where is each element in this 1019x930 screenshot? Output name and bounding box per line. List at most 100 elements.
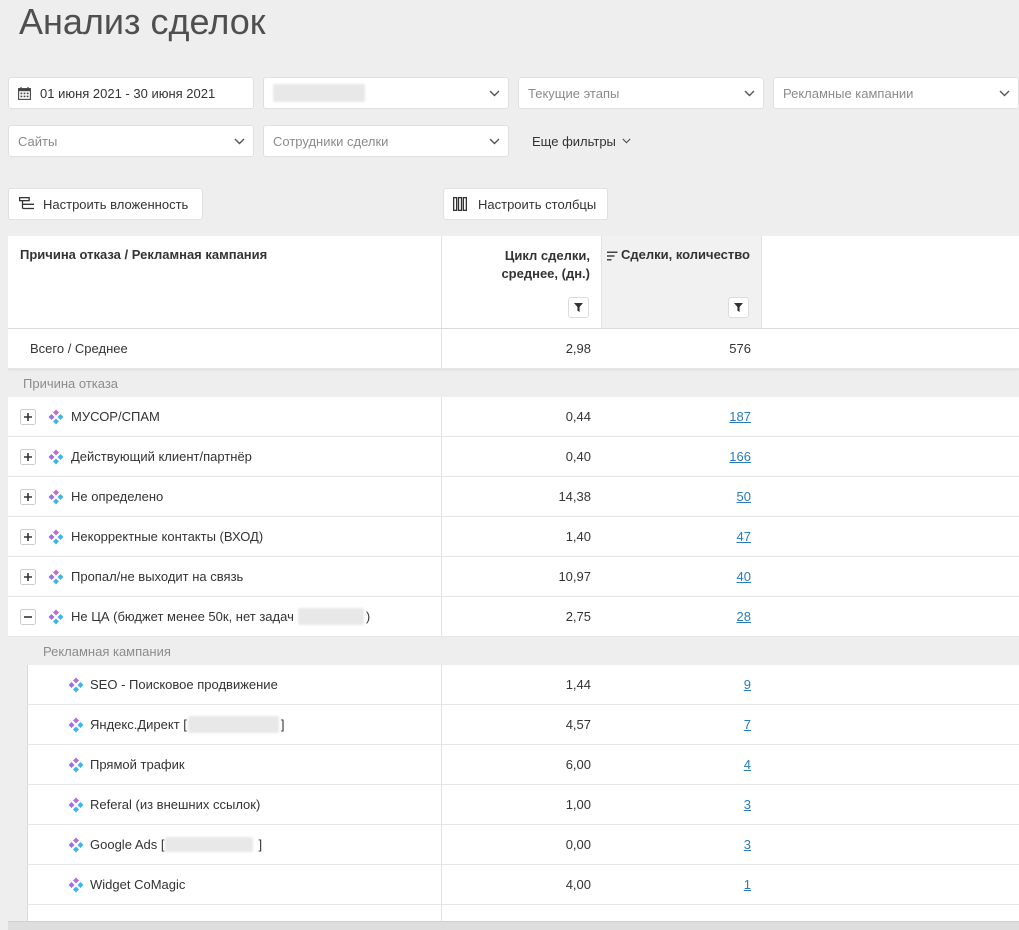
cycle-cell: 14,38 <box>442 477 602 516</box>
subgroup-label: Рекламная кампания <box>8 637 1019 665</box>
plus-box-icon[interactable] <box>20 569 36 585</box>
deals-count-link[interactable]: 7 <box>744 717 751 732</box>
cycle-cell: 4,57 <box>442 705 602 744</box>
row-label: Пропал/не выходит на связь <box>71 569 244 584</box>
deals-cell: 166 <box>602 437 762 476</box>
group-label: Причина отказа <box>8 369 1019 397</box>
row-label: Некорректные контакты (ВХОД) <box>71 529 264 544</box>
stages-select[interactable]: Текущие этапы <box>518 77 764 109</box>
row-label-end: ) <box>365 609 371 624</box>
campaigns-select[interactable]: Рекламные кампании <box>773 77 1019 109</box>
cycle-value: 14,38 <box>558 489 591 504</box>
plus-box-icon[interactable] <box>20 409 36 425</box>
deals-count-link[interactable]: 9 <box>744 677 751 692</box>
empty-cell <box>762 397 1019 436</box>
header-deals[interactable]: Сделки, количество <box>602 236 762 328</box>
campaigns-placeholder: Рекламные кампании <box>783 85 914 101</box>
deals-count-link[interactable]: 40 <box>737 569 751 584</box>
funnel-icon <box>574 303 583 312</box>
redacted-block <box>187 716 279 733</box>
configure-nesting-button[interactable]: Настроить вложенность <box>8 188 203 220</box>
chevron-down-icon <box>234 138 245 145</box>
deals-count-link[interactable]: 3 <box>744 797 751 812</box>
table-subrow: Widget CoMagic 4,00 1 <box>27 865 1019 905</box>
deals-cell: 7 <box>602 705 762 744</box>
empty-cell <box>762 517 1019 556</box>
cycle-value: 2,75 <box>565 609 591 624</box>
row-label: Не ЦА (бюджет менее 50к, нет задач <box>71 609 294 624</box>
columns-icon <box>453 197 467 211</box>
funnel-icon <box>734 303 743 312</box>
deals-count-link[interactable]: 47 <box>737 529 751 544</box>
total-row: Всего / Среднее 2,98 576 <box>8 329 1019 369</box>
campaign-diamond-icon <box>48 529 64 545</box>
minus-box-icon[interactable] <box>20 609 36 625</box>
cycle-cell: 1,44 <box>442 665 602 704</box>
row-label-cell: Пропал/не выходит на связь <box>8 557 442 596</box>
chevron-down-icon <box>999 90 1010 97</box>
plus-box-icon[interactable] <box>20 489 36 505</box>
deals-cell: 9 <box>602 665 762 704</box>
campaign-diamond-icon <box>48 489 64 505</box>
subrow-label-end: ] <box>258 837 263 852</box>
campaign-diamond-icon <box>48 449 64 465</box>
sites-placeholder: Сайты <box>18 133 58 149</box>
deals-cell: 3 <box>602 825 762 864</box>
subrow-label: Google Ads [ <box>90 837 165 852</box>
cycle-value: 4,57 <box>565 717 591 732</box>
campaign-diamond-icon <box>68 677 84 693</box>
deals-count-link[interactable]: 28 <box>737 609 751 624</box>
table-subrow: Google Ads [ ] 0,00 3 <box>27 825 1019 865</box>
deals-count-link[interactable]: 4 <box>744 757 751 772</box>
cycle-cell: 6,00 <box>442 745 602 784</box>
configure-nesting-label: Настроить вложенность <box>43 196 189 212</box>
deals-cell: 4 <box>602 745 762 784</box>
total-cycle-value: 2,98 <box>565 341 591 356</box>
cycle-value: 6,00 <box>565 757 591 772</box>
deals-count-link[interactable]: 1 <box>744 877 751 892</box>
more-filters-button[interactable]: Еще фильтры <box>532 125 631 157</box>
employees-select[interactable]: Сотрудники сделки <box>263 125 509 157</box>
header-cycle[interactable]: Цикл сделки, среднее, (дн.) <box>442 236 602 328</box>
configure-columns-label: Настроить столбцы <box>478 196 597 212</box>
sites-select[interactable]: Сайты <box>8 125 254 157</box>
cycle-cell: 0,40 <box>442 437 602 476</box>
cycle-filter-button[interactable] <box>568 297 589 318</box>
pipeline-select[interactable] <box>263 77 509 109</box>
deals-analysis-table: Причина отказа / Рекламная кампания Цикл… <box>8 236 1019 921</box>
table-row: Пропал/не выходит на связь 10,97 40 <box>8 557 1019 597</box>
deals-count-link[interactable]: 166 <box>729 449 751 464</box>
deals-cell: 3 <box>602 785 762 824</box>
empty-cell <box>762 785 1019 824</box>
more-filters-label: Еще фильтры <box>532 133 616 149</box>
empty-cell <box>762 329 1019 368</box>
hierarchy-icon <box>19 197 34 210</box>
date-range-picker[interactable]: 01 июня 2021 - 30 июня 2021 <box>8 77 254 109</box>
empty-cell <box>762 236 1019 328</box>
deals-filter-button[interactable] <box>728 297 749 318</box>
subrow-label-cell: Яндекс.Директ [ ] <box>28 705 442 744</box>
chevron-down-icon <box>744 90 755 97</box>
plus-box-icon[interactable] <box>20 449 36 465</box>
deals-count-link[interactable]: 187 <box>729 409 751 424</box>
campaign-diamond-icon <box>48 409 64 425</box>
subrow-label: Widget CoMagic <box>90 877 186 892</box>
date-range-value: 01 июня 2021 - 30 июня 2021 <box>40 85 216 101</box>
deals-count-link[interactable]: 3 <box>744 837 751 852</box>
cycle-cell: 2,98 <box>442 329 602 368</box>
table-header: Причина отказа / Рекламная кампания Цикл… <box>8 236 1019 329</box>
table-subrow-partial <box>27 905 1019 921</box>
deals-count-link[interactable]: 50 <box>737 489 751 504</box>
table-row-expanded: Не ЦА (бюджет менее 50к, нет задач ) 2,7… <box>8 597 1019 637</box>
deals-cell: 576 <box>602 329 762 368</box>
cycle-value: 1,00 <box>565 797 591 812</box>
header-dimension-label: Причина отказа / Рекламная кампания <box>20 247 268 262</box>
calendar-icon <box>18 86 31 100</box>
configure-columns-button[interactable]: Настроить столбцы <box>443 188 608 220</box>
table-subrow: Яндекс.Директ [ ] 4,57 7 <box>27 705 1019 745</box>
deals-cell: 40 <box>602 557 762 596</box>
deals-cell: 47 <box>602 517 762 556</box>
plus-box-icon[interactable] <box>20 529 36 545</box>
empty-cell <box>762 437 1019 476</box>
horizontal-scrollbar[interactable] <box>8 921 1019 930</box>
